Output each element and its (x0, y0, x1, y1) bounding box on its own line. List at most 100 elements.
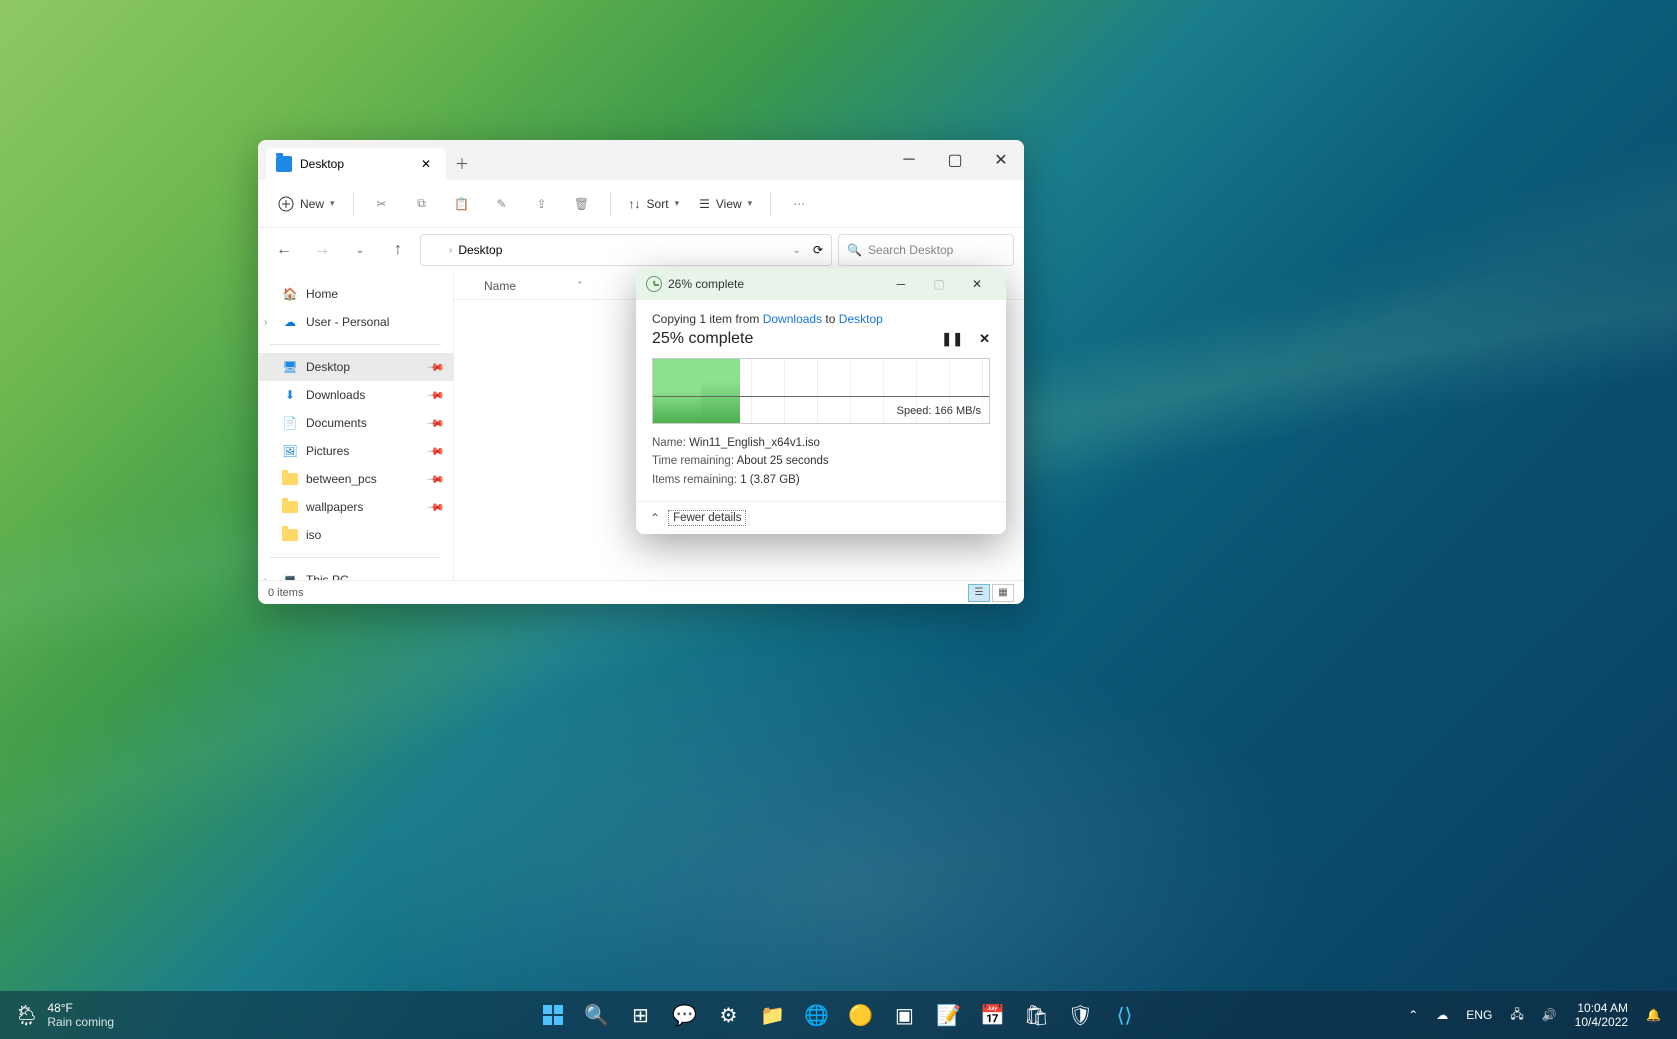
sidebar-item-between-pcs[interactable]: between_pcs 📌 (258, 465, 453, 493)
pin-icon[interactable]: 📌 (427, 442, 446, 461)
app-button-1[interactable]: 📝 (929, 995, 969, 1035)
dialog-title: 26% complete (668, 277, 744, 291)
sort-button[interactable]: ↑↓ Sort ▾ (621, 188, 688, 220)
pin-icon[interactable]: 📌 (427, 470, 446, 489)
onedrive-icon: ☁ (282, 314, 298, 330)
settings-button[interactable]: ⚙ (709, 995, 749, 1035)
new-button[interactable]: New ▾ (270, 188, 343, 220)
status-text: 0 items (268, 587, 303, 599)
bell-icon: 🔔 (1646, 1008, 1661, 1022)
clock[interactable]: 10:04 AM 10/4/2022 (1567, 1001, 1636, 1030)
volume-button[interactable]: 🔊 (1534, 1008, 1565, 1022)
network-button[interactable]: 🖧 (1502, 1005, 1531, 1026)
app-button-2[interactable]: 📅 (973, 995, 1013, 1035)
tab-desktop[interactable]: Desktop ✕ (266, 148, 446, 180)
chevron-down-icon[interactable]: ⌄ (793, 245, 801, 256)
speed-label: Speed: 166 MB/s (895, 405, 983, 417)
column-name[interactable]: Name (484, 279, 516, 293)
copy-button[interactable]: ⧉ (404, 188, 440, 220)
notifications-button[interactable]: 🔔 (1638, 1008, 1669, 1022)
sidebar-item-home[interactable]: 🏠 Home (258, 280, 453, 308)
sidebar-item-documents[interactable]: 📄 Documents 📌 (258, 409, 453, 437)
tray-onedrive[interactable]: ☁ (1428, 1008, 1456, 1022)
back-button[interactable]: ← (268, 234, 300, 266)
pin-icon[interactable]: 📌 (427, 386, 446, 405)
search-button[interactable]: 🔍 (577, 995, 617, 1035)
sidebar-item-label: Pictures (306, 444, 349, 458)
search-input[interactable]: 🔍 Search Desktop (838, 234, 1014, 266)
cut-button[interactable]: ✂ (364, 188, 400, 220)
vscode-icon: ⟨⟩ (1117, 1003, 1133, 1028)
terminal-button[interactable]: ▣ (885, 995, 925, 1035)
pin-icon[interactable]: 📌 (427, 414, 446, 433)
tab-close-button[interactable]: ✕ (416, 154, 436, 174)
minimize-button[interactable]: ─ (886, 140, 932, 180)
icons-view-button[interactable]: ▦ (992, 584, 1014, 602)
sidebar-item-thispc[interactable]: › 💻 This PC (258, 566, 453, 580)
volume-icon: 🔊 (1542, 1008, 1557, 1022)
chevron-up-icon[interactable]: ⌃ (650, 511, 660, 525)
language-button[interactable]: ENG (1458, 1008, 1500, 1022)
documents-icon: 📄 (282, 415, 298, 431)
weather-icon: 🌦 (14, 1003, 39, 1028)
rename-button[interactable]: ✎ (484, 188, 520, 220)
titlebar[interactable]: Desktop ✕ ＋ ─ ▢ ✕ (258, 140, 1024, 180)
gear-icon: ⚙ (720, 1003, 738, 1028)
sort-icon: ↑↓ (629, 197, 641, 211)
paste-button[interactable]: 📋 (444, 188, 480, 220)
delete-button[interactable]: 🗑 (564, 188, 600, 220)
sidebar-item-downloads[interactable]: ⬇ Downloads 📌 (258, 381, 453, 409)
search-placeholder: Search Desktop (868, 243, 953, 257)
fewer-details-button[interactable]: Fewer details (668, 510, 746, 526)
pause-button[interactable]: ❚❚ (941, 331, 963, 347)
close-button[interactable]: ✕ (958, 268, 996, 300)
security-button[interactable]: 🛡 (1061, 995, 1101, 1035)
forward-button[interactable]: → (306, 234, 338, 266)
close-button[interactable]: ✕ (978, 140, 1024, 180)
pin-icon[interactable]: 📌 (427, 358, 446, 377)
sidebar-item-wallpapers[interactable]: wallpapers 📌 (258, 493, 453, 521)
share-button[interactable]: ⇪ (524, 188, 560, 220)
chrome-button[interactable]: 🟡 (841, 995, 881, 1035)
new-tab-button[interactable]: ＋ (446, 148, 478, 180)
chevron-right-icon[interactable]: › (264, 575, 267, 581)
sidebar-item-desktop[interactable]: 🖥 Desktop 📌 (258, 353, 453, 381)
share-icon: ⇪ (537, 197, 547, 211)
maximize-button[interactable]: ▢ (920, 268, 958, 300)
maximize-button[interactable]: ▢ (932, 140, 978, 180)
up-button[interactable]: ↑ (382, 234, 414, 266)
sidebar-item-iso[interactable]: iso (258, 521, 453, 549)
refresh-button[interactable]: ⟳ (813, 243, 823, 257)
sidebar-item-label: Home (306, 287, 338, 301)
taskview-button[interactable]: ⊞ (621, 995, 661, 1035)
dialog-titlebar[interactable]: 26% complete ─ ▢ ✕ (636, 268, 1006, 300)
store-button[interactable]: 🛍 (1017, 995, 1057, 1035)
minimize-button[interactable]: ─ (882, 268, 920, 300)
breadcrumb-current[interactable]: Desktop (458, 243, 502, 257)
edge-button[interactable]: 🌐 (797, 995, 837, 1035)
view-button[interactable]: ☰ View ▾ (691, 188, 760, 220)
explorer-button[interactable]: 📁 (753, 995, 793, 1035)
sidebar-item-pictures[interactable]: 🖼 Pictures 📌 (258, 437, 453, 465)
pin-icon[interactable]: 📌 (427, 498, 446, 517)
chevron-right-icon[interactable]: › (264, 317, 267, 328)
chat-button[interactable]: 💬 (665, 995, 705, 1035)
copy-progress-dialog: 26% complete ─ ▢ ✕ Copying 1 item from D… (636, 268, 1006, 534)
dest-link[interactable]: Desktop (839, 312, 883, 326)
taskview-icon: ⊞ (632, 1003, 649, 1028)
more-button[interactable]: ⋯ (781, 188, 817, 220)
recent-button[interactable]: ⌄ (344, 234, 376, 266)
weather-widget[interactable]: 🌦 48°F Rain coming (0, 1001, 128, 1030)
breadcrumb[interactable]: › Desktop ⌄ ⟳ (420, 234, 832, 266)
chevron-right-icon: › (449, 245, 452, 256)
time-remaining: About 25 seconds (737, 455, 829, 467)
tray-overflow[interactable]: ⌃ (1400, 1008, 1426, 1022)
vscode-button[interactable]: ⟨⟩ (1105, 995, 1145, 1035)
sidebar-item-label: iso (306, 528, 321, 542)
sidebar-item-label: This PC (306, 573, 349, 580)
details-view-button[interactable]: ☰ (968, 584, 990, 602)
source-link[interactable]: Downloads (763, 312, 822, 326)
sidebar-item-user[interactable]: › ☁ User - Personal (258, 308, 453, 336)
start-button[interactable] (533, 995, 573, 1035)
cancel-button[interactable]: ✕ (979, 331, 990, 347)
